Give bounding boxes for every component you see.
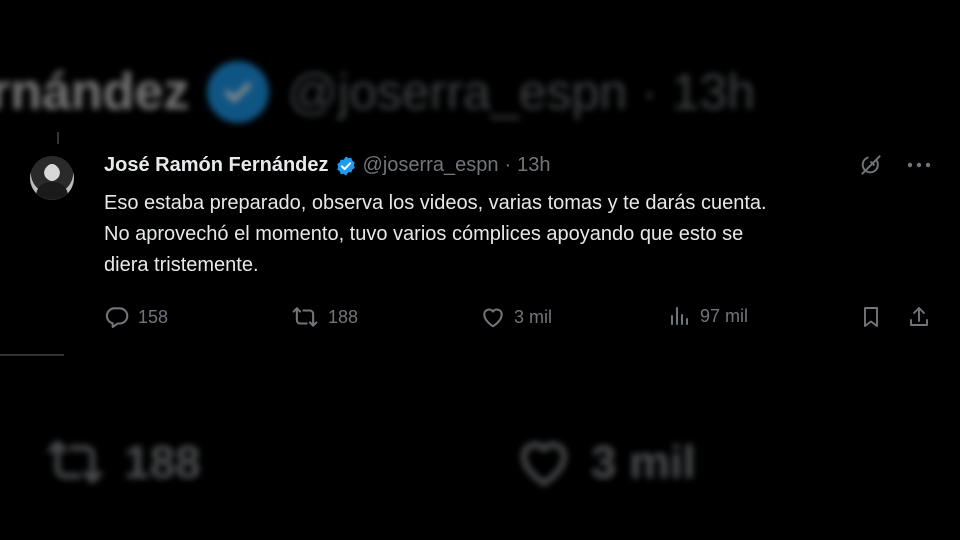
avatar[interactable] [30,156,74,200]
tweet-header: José Ramón Fernández @joserra_espn · 13h [104,154,551,177]
background-retweet-count: 188 [124,436,201,488]
retweet-count: 188 [328,306,359,327]
tweet-text-line: Eso estaba preparado, observa los videos… [104,192,767,214]
tweet-actions: 158 188 3 mil 97 mil [104,304,934,336]
share-button[interactable] [907,304,931,330]
author-name[interactable]: José Ramón Fernández [104,154,329,177]
background-like-count: 3 mil [590,436,696,488]
verified-badge-icon[interactable] [335,155,357,177]
like-icon [483,308,503,328]
author-handle[interactable]: @joserra_espn [363,154,499,177]
background-retweet-icon [47,440,103,484]
background-like-icon [520,442,567,486]
views-button[interactable]: 97 mil [668,304,748,328]
tweet-card[interactable]: José Ramón Fernández @joserra_espn · 13h… [0,128,960,356]
background-blurred-header: rnández @joserra_espn · 13h [0,52,960,132]
thread-line [57,132,59,144]
background-verified-icon [207,61,270,123]
tweet-text: Eso estaba preparado, observa los videos… [104,188,934,281]
tweet-text-line: diera tristemente. [104,254,259,276]
background-name-fragment: rnández [0,63,190,121]
reply-button[interactable]: 158 [104,304,168,330]
retweet-icon [292,307,318,327]
tweet-time[interactable]: 13h [517,154,550,177]
reply-icon [105,307,129,329]
background-handle-time: @joserra_espn · 13h [287,64,756,120]
background-like: 3 mil [511,432,696,492]
more-icon[interactable] [906,160,932,170]
retweet-button[interactable]: 188 [290,304,358,330]
grok-icon[interactable] [858,152,884,178]
share-icon [910,307,928,326]
views-count: 97 mil [700,305,749,326]
like-button[interactable]: 3 mil [480,304,552,330]
bookmark-button[interactable] [859,304,883,330]
separator-dot: · [504,154,512,176]
like-count: 3 mil [514,306,553,327]
divider [0,354,64,356]
tweet-text-line: No aprovechó el momento, tuvo varios cóm… [104,223,744,245]
tweet-top-icons [858,152,932,178]
reply-count: 158 [138,306,169,327]
views-icon [671,307,688,325]
bookmark-icon [864,307,878,327]
background-retweet: 188 [40,434,201,490]
background-blurred-actions: 188 3 mil [40,422,940,502]
